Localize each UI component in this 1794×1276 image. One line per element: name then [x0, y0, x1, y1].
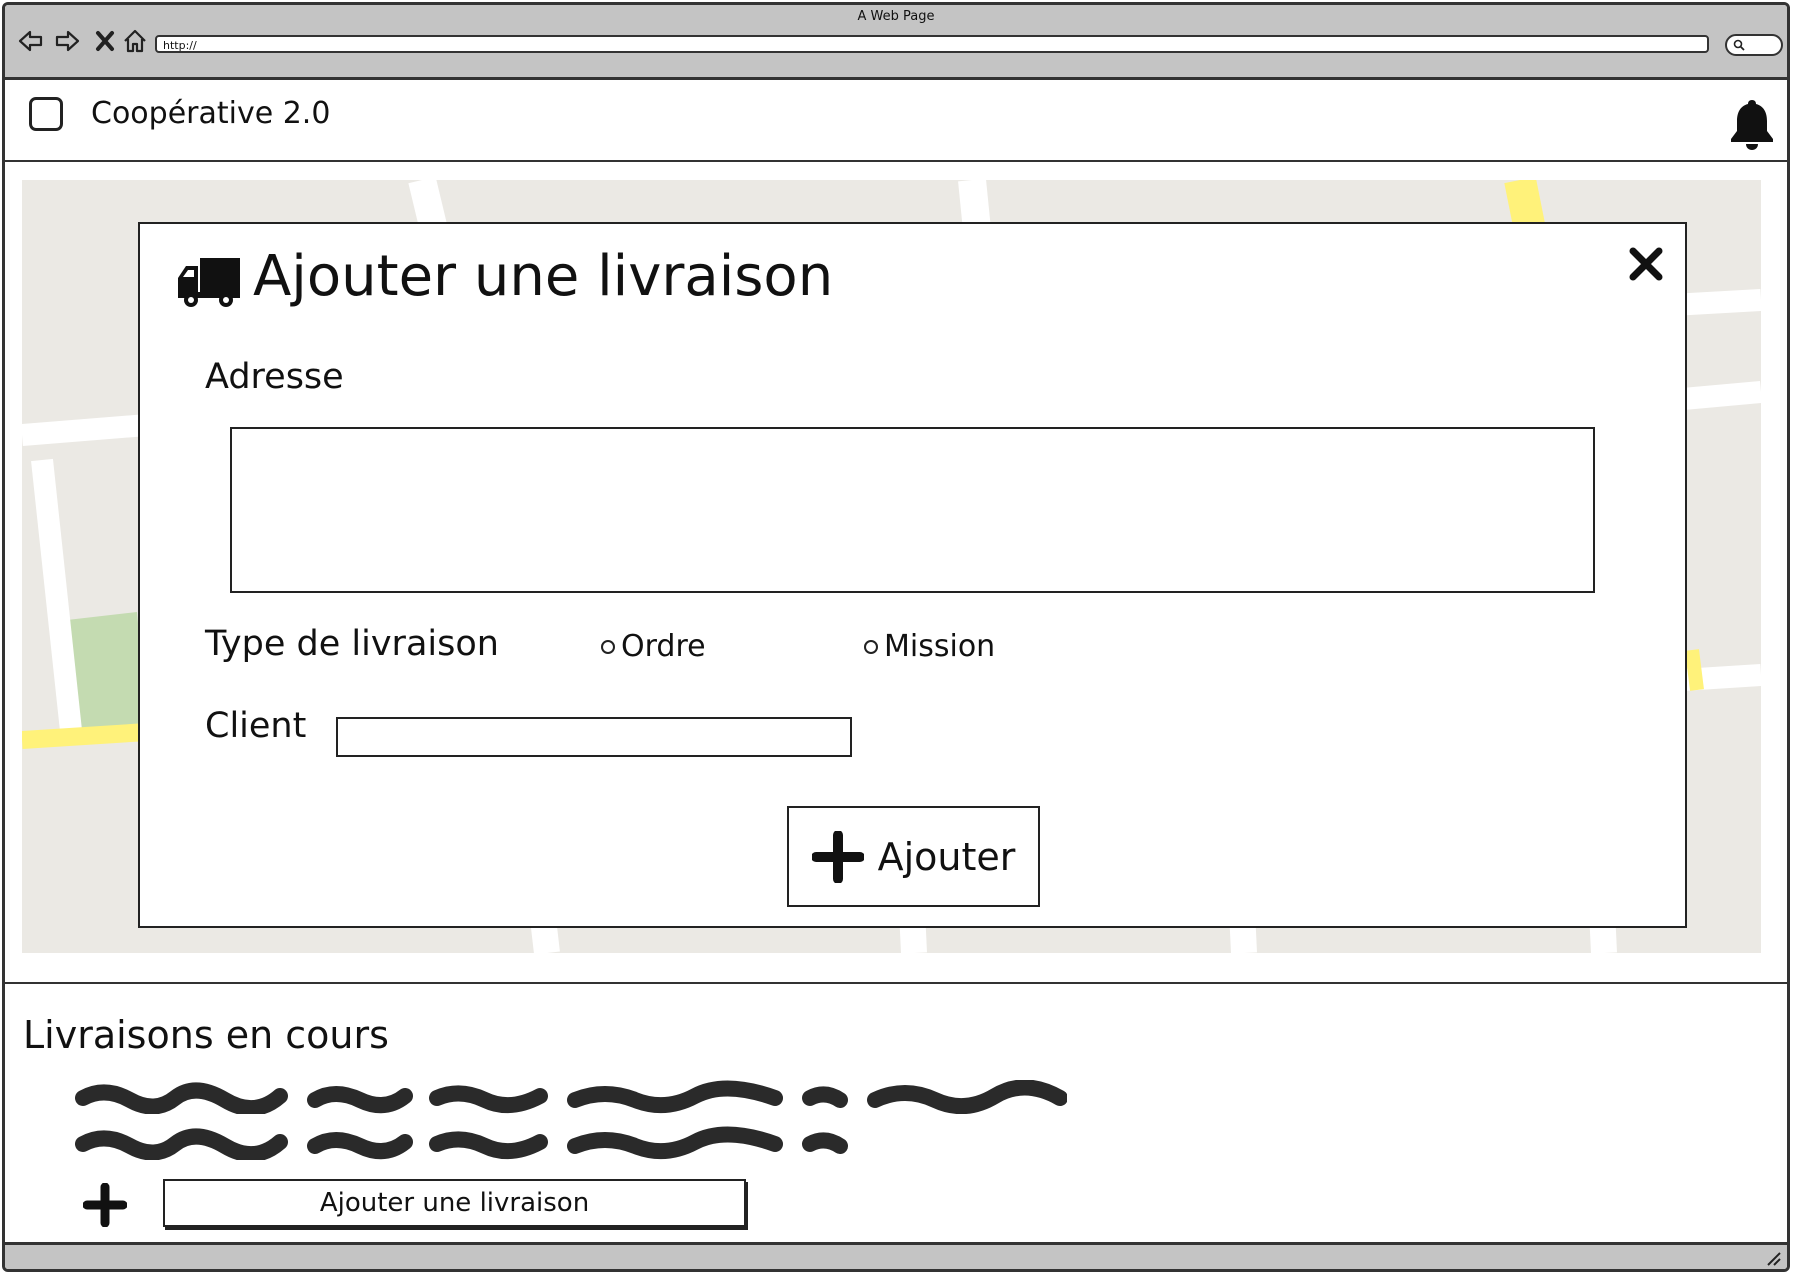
radio-ordre[interactable]: Ordre — [601, 629, 706, 664]
app-header: Coopérative 2.0 — [5, 80, 1787, 162]
app-title: Coopérative 2.0 — [91, 96, 331, 131]
add-delivery-button[interactable]: Ajouter une livraison — [163, 1179, 746, 1227]
delivery-type-label: Type de livraison — [205, 624, 499, 664]
address-input[interactable] — [230, 427, 1595, 593]
bell-icon[interactable] — [1727, 98, 1777, 150]
address-label: Adresse — [205, 357, 344, 397]
section-divider — [5, 982, 1787, 984]
submit-add-label: Ajouter — [877, 834, 1016, 879]
truck-icon — [178, 258, 240, 307]
dialog-title: Ajouter une livraison — [253, 244, 834, 309]
browser-search-field[interactable] — [1725, 34, 1783, 56]
resize-grip-icon[interactable] — [1765, 1250, 1781, 1266]
stop-icon[interactable] — [91, 27, 119, 55]
browser-window: A Web Page http:// Coopérative 2.0 Ajout… — [2, 2, 1790, 1272]
client-label: Client — [205, 706, 307, 746]
placeholder-text-line — [75, 1080, 1067, 1114]
plus-icon — [811, 830, 864, 883]
browser-toolbar: A Web Page http:// — [5, 5, 1787, 80]
menu-icon[interactable] — [29, 97, 63, 131]
home-icon[interactable] — [121, 27, 149, 55]
window-title: A Web Page — [857, 9, 935, 24]
radio-mission[interactable]: Mission — [864, 629, 995, 664]
deliveries-section-title: Livraisons en cours — [23, 1013, 389, 1057]
back-icon[interactable] — [17, 27, 45, 55]
browser-status-bar — [5, 1242, 1787, 1269]
plus-icon[interactable] — [83, 1183, 127, 1227]
radio-mission-label: Mission — [884, 629, 996, 664]
placeholder-text-line — [75, 1126, 848, 1160]
radio-circle[interactable] — [601, 639, 615, 654]
radio-circle[interactable] — [864, 639, 878, 654]
url-bar[interactable]: http:// — [155, 35, 1709, 53]
search-icon — [1733, 39, 1745, 51]
forward-icon[interactable] — [53, 27, 81, 55]
submit-add-button[interactable]: Ajouter — [787, 806, 1040, 907]
close-icon[interactable] — [1628, 246, 1664, 282]
radio-ordre-label: Ordre — [621, 629, 706, 664]
client-input[interactable] — [336, 717, 852, 757]
add-delivery-dialog: Ajouter une livraison Adresse Type de li… — [138, 222, 1687, 928]
